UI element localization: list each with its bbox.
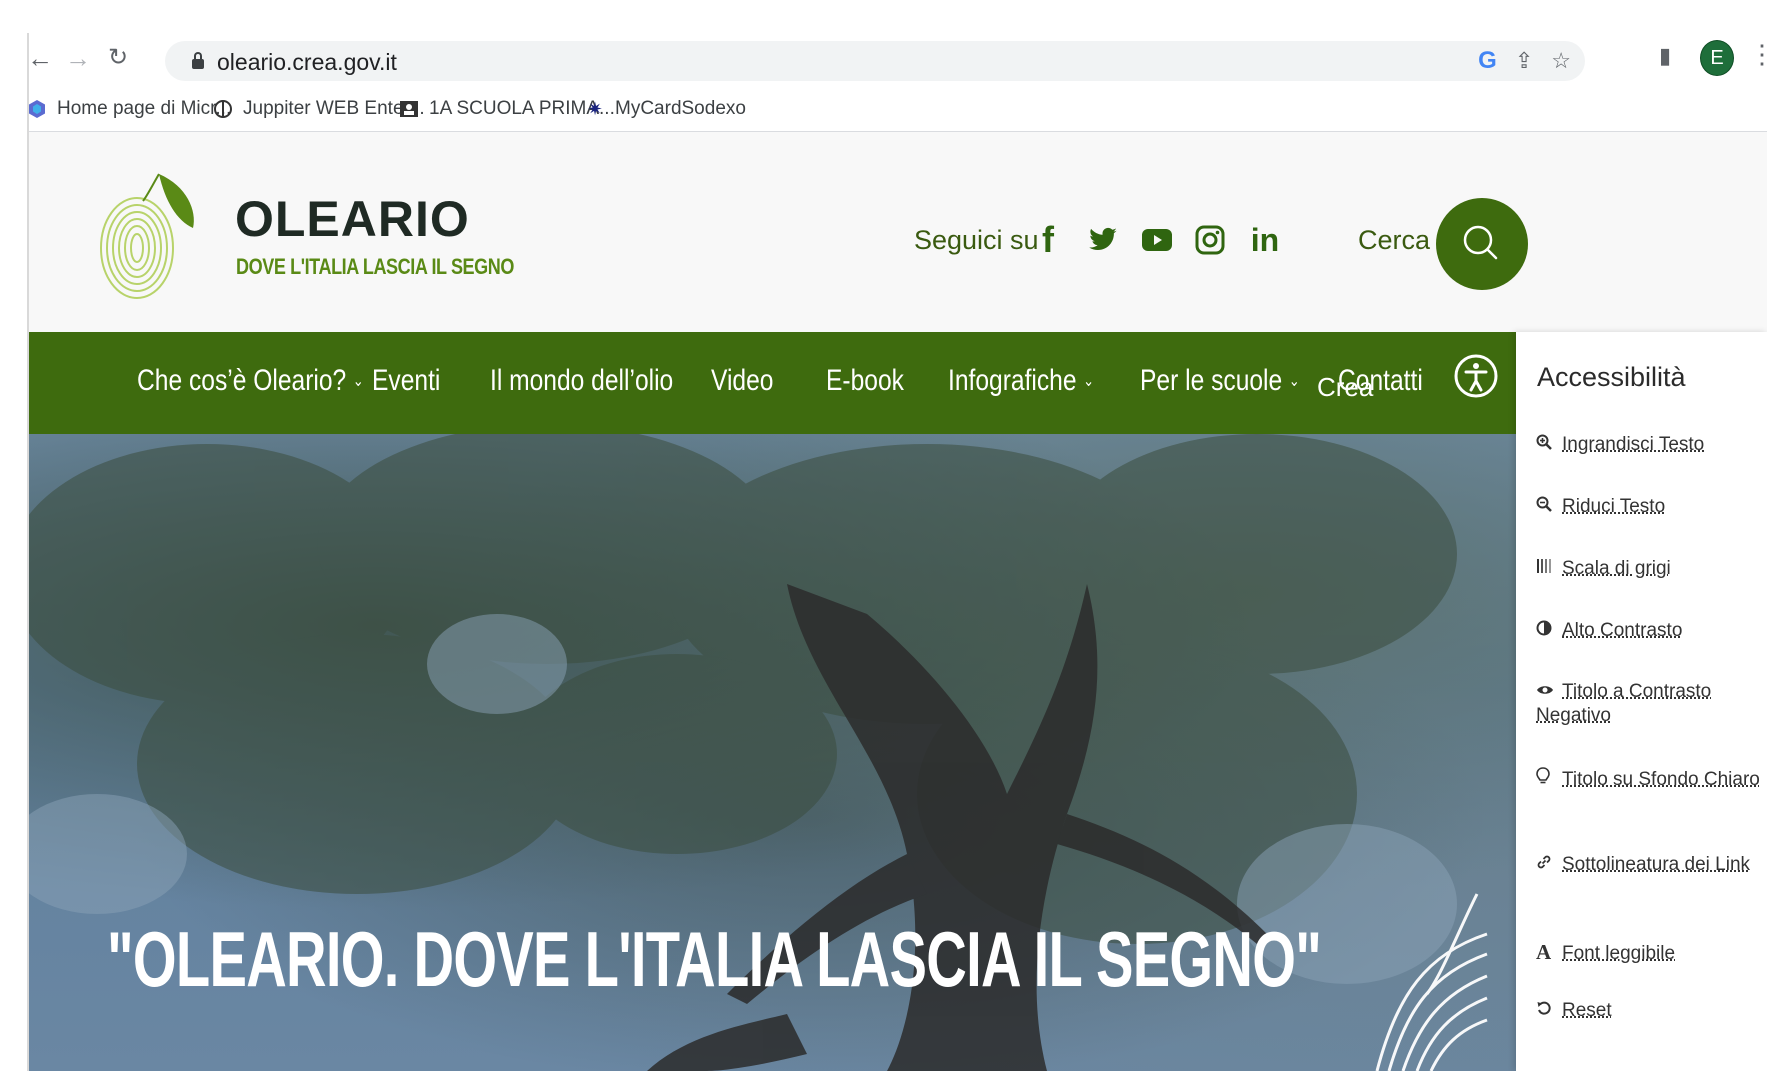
site-header: OLEARIO DOVE L'ITALIA LASCIA IL SEGNO Se… bbox=[27, 132, 1767, 332]
accessibility-title: Accessibilità bbox=[1537, 362, 1686, 392]
option-label: Ingrandisci Testo bbox=[1562, 434, 1705, 455]
forward-arrow-icon[interactable]: → bbox=[61, 41, 95, 75]
nav-item-label: Per le scuole bbox=[1140, 364, 1283, 397]
bookmark-item[interactable]: Juppiter WEB Enter... bbox=[213, 97, 425, 121]
accessibility-option-light-background-title[interactable]: Titolo su Sfondo Chiaro bbox=[1536, 767, 1761, 792]
nav-item-eventi[interactable]: Eventi bbox=[372, 364, 440, 398]
search-button[interactable] bbox=[1436, 198, 1528, 290]
nav-item-il-mondo-dellolio[interactable]: Il mondo dell’olio bbox=[490, 364, 673, 398]
accessibility-option-readable-font[interactable]: A Font leggibile bbox=[1536, 940, 1761, 966]
nav-item-label: Infografiche bbox=[948, 364, 1077, 397]
accessibility-option-reduce-text[interactable]: Riduci Testo bbox=[1536, 495, 1761, 519]
grayscale-bars-icon bbox=[1536, 557, 1556, 581]
option-label: Riduci Testo bbox=[1562, 496, 1666, 517]
accessibility-person-icon bbox=[1454, 354, 1498, 398]
bookmark-star-icon[interactable]: ☆ bbox=[1551, 48, 1571, 74]
address-bar[interactable]: oleario.crea.gov.it G ⇪ ☆ bbox=[165, 41, 1585, 81]
option-label: Titolo su Sfondo Chiaro bbox=[1562, 769, 1760, 790]
option-label: Font leggibile bbox=[1562, 943, 1676, 964]
browser-toolbar: ← → ↻ oleario.crea.gov.it G ⇪ ☆ ▮ E ⋮ bbox=[27, 33, 1767, 85]
juppiter-logo-icon bbox=[213, 99, 233, 119]
search-label[interactable]: Cerca bbox=[1358, 225, 1430, 256]
accessibility-option-enlarge-text[interactable]: Ingrandisci Testo bbox=[1536, 433, 1761, 457]
chevron-down-icon: ⌄ bbox=[1288, 373, 1300, 390]
zoom-out-icon bbox=[1536, 495, 1556, 519]
option-label: Scala di grigi bbox=[1562, 558, 1671, 579]
back-arrow-icon[interactable]: ← bbox=[27, 41, 57, 75]
url-text: oleario.crea.gov.it bbox=[217, 49, 397, 75]
eye-icon bbox=[1536, 680, 1556, 704]
reset-icon bbox=[1536, 999, 1556, 1023]
classroom-icon bbox=[399, 99, 419, 119]
google-lens-icon[interactable]: G bbox=[1478, 47, 1497, 75]
nav-item-che-cose-oleario[interactable]: Che cos’è Oleario? ⌄ bbox=[137, 364, 364, 398]
bookmarks-bar: Home page di Micr... Juppiter WEB Enter.… bbox=[27, 85, 1767, 132]
bookmark-label: Juppiter WEB Enter... bbox=[243, 98, 425, 119]
lightbulb-icon bbox=[1536, 767, 1556, 792]
contrast-icon bbox=[1536, 619, 1556, 643]
accessibility-option-underline-links[interactable]: Sottolineatura dei Link bbox=[1536, 853, 1761, 877]
option-label: Alto Contrasto bbox=[1562, 620, 1683, 641]
bookmark-item[interactable]: Home page di Micr... bbox=[27, 97, 231, 121]
nav-item-video[interactable]: Video bbox=[711, 364, 773, 398]
brand-title[interactable]: OLEARIO bbox=[235, 190, 470, 248]
nav-item-label: Che cos’è Oleario? bbox=[137, 364, 347, 397]
star-burst-icon: ✷ bbox=[587, 98, 603, 119]
link-icon bbox=[1536, 853, 1556, 877]
accessibility-option-negative-contrast-title[interactable]: Titolo a Contrasto Negativo bbox=[1536, 680, 1761, 728]
zoom-in-icon bbox=[1536, 433, 1556, 457]
accessibility-option-reset[interactable]: Reset bbox=[1536, 999, 1761, 1023]
nav-item-label: Il mondo dell’olio bbox=[490, 364, 674, 397]
hero-title: "OLEARIO. DOVE L'ITALIA LASCIA IL SEGNO" bbox=[107, 915, 1322, 1003]
instagram-icon[interactable] bbox=[1190, 220, 1230, 260]
window-border bbox=[27, 33, 29, 1071]
search-icon bbox=[1463, 225, 1498, 260]
chevron-down-icon: ⌄ bbox=[1083, 373, 1095, 390]
microsoft-hexagon-icon bbox=[27, 99, 47, 119]
share-icon[interactable]: ⇪ bbox=[1515, 48, 1533, 74]
twitter-icon[interactable] bbox=[1083, 220, 1123, 260]
bookmark-item[interactable]: ✷ MyCardSodexo bbox=[585, 97, 746, 121]
accessibility-toggle-button[interactable] bbox=[1444, 333, 1512, 423]
follow-label: Seguici su bbox=[914, 225, 1039, 255]
nav-item-label: E-book bbox=[826, 364, 904, 397]
linkedin-icon[interactable]: in bbox=[1245, 220, 1285, 260]
option-label: Reset bbox=[1562, 1000, 1612, 1021]
accessibility-option-grayscale[interactable]: Scala di grigi bbox=[1536, 557, 1761, 581]
bookmark-label: MyCardSodexo bbox=[615, 98, 746, 119]
hero-banner: "OLEARIO. DOVE L'ITALIA LASCIA IL SEGNO" bbox=[27, 434, 1767, 1071]
nav-item-label: Video bbox=[711, 364, 774, 397]
nav-item-per-le-scuole[interactable]: Per le scuole ⌄ bbox=[1140, 364, 1300, 398]
browser-window: ← → ↻ oleario.crea.gov.it G ⇪ ☆ ▮ E ⋮ Ho… bbox=[27, 33, 1767, 1071]
bookmark-item[interactable]: 1A SCUOLA PRIMA... bbox=[399, 97, 615, 121]
brand-tagline: DOVE L'ITALIA LASCIA IL SEGNO bbox=[236, 254, 515, 279]
side-panel-icon[interactable]: ▮ bbox=[1659, 43, 1671, 69]
nav-item-label: Eventi bbox=[372, 364, 441, 397]
option-label: Sottolineatura dei Link bbox=[1562, 854, 1751, 875]
youtube-icon[interactable] bbox=[1137, 220, 1177, 260]
lock-icon bbox=[191, 52, 205, 70]
chevron-down-icon: ⌄ bbox=[352, 373, 364, 390]
browser-menu-icon[interactable]: ⋮ bbox=[1749, 39, 1767, 70]
option-label: Titolo a Contrasto Negativo bbox=[1536, 681, 1712, 726]
profile-avatar[interactable]: E bbox=[1700, 40, 1734, 76]
reload-icon[interactable]: ↻ bbox=[101, 41, 135, 75]
nav-item-infografiche[interactable]: Infografiche ⌄ bbox=[948, 364, 1094, 398]
nav-item-e-book[interactable]: E-book bbox=[826, 364, 904, 398]
nav-item-cut-off[interactable]: Crea bbox=[1317, 372, 1373, 403]
bookmark-label: Home page di Micr... bbox=[57, 98, 232, 119]
facebook-icon[interactable]: f bbox=[1028, 219, 1068, 260]
accessibility-panel: Accessibilità Ingrandisci Testo Riduci T… bbox=[1516, 332, 1767, 1071]
font-icon: A bbox=[1536, 940, 1552, 964]
accessibility-option-high-contrast[interactable]: Alto Contrasto bbox=[1536, 619, 1761, 643]
oleario-fingerprint-logo[interactable] bbox=[97, 166, 207, 306]
